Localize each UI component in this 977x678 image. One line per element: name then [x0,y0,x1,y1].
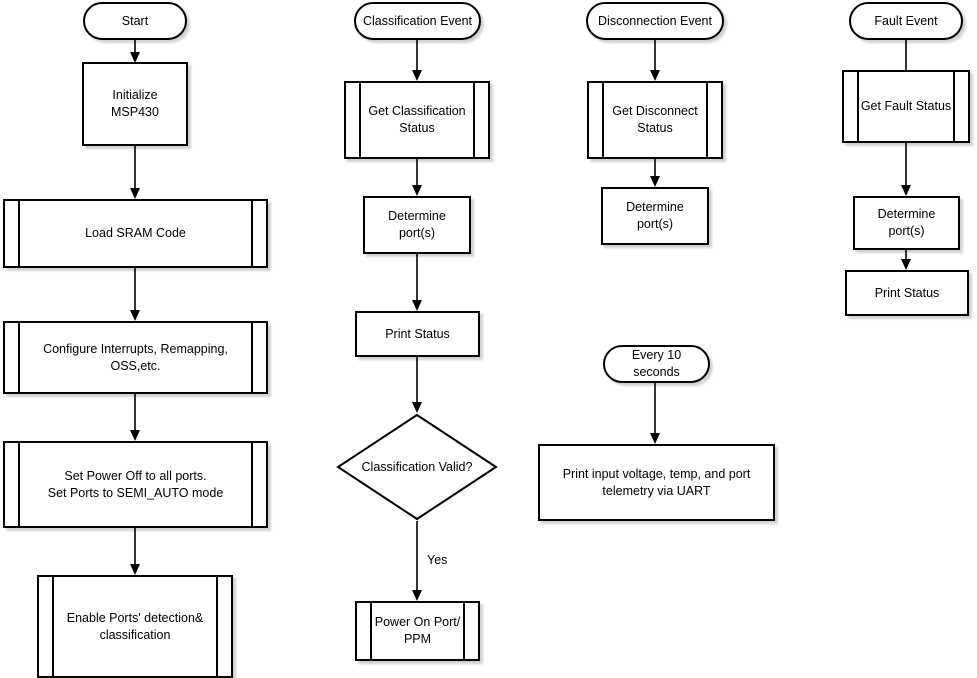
node-label: Classification Event [362,13,473,28]
node-label: Initialize MSP430 [111,88,159,119]
node-print-telemetry-uart[interactable]: Print input voltage, temp, and port tele… [538,444,775,521]
node-label: Load SRAM Code [85,226,186,241]
node-label: Classification Valid? [361,460,473,474]
node-fault-event[interactable]: Fault Event [849,2,963,40]
node-power-on-port-ppm[interactable]: Power On Port/ PPM [355,601,480,661]
node-label: Set Power Off to all ports. Set Ports to… [47,468,224,500]
node-disconnection-event[interactable]: Disconnection Event [586,2,724,40]
node-enable-ports-detection[interactable]: Enable Ports' detection& classification [37,575,233,678]
node-label: Determine port(s) [877,207,936,238]
node-load-sram-code[interactable]: Load SRAM Code [3,199,268,268]
node-classification-event[interactable]: Classification Event [354,2,481,40]
node-start[interactable]: Start [83,2,187,40]
node-label: Determine port(s) [388,209,446,240]
node-label: Enable Ports' detection& classification [66,610,204,642]
node-label: Disconnection Event [598,13,712,28]
edge-label-yes: Yes [427,553,448,567]
node-label: Start [121,13,149,28]
node-label: Get Fault Status [860,99,952,114]
node-determine-ports-disconnect[interactable]: Determine port(s) [601,187,709,245]
node-initialize-msp430[interactable]: Initialize MSP430 [82,62,188,146]
node-set-power-off-semi-auto[interactable]: Set Power Off to all ports. Set Ports to… [3,441,268,528]
flowchart-canvas: Start Initialize MSP430 Load SRAM Code C… [0,0,977,678]
node-determine-ports-fault[interactable]: Determine port(s) [853,196,960,250]
node-label: Fault Event [874,13,938,28]
node-label: Configure Interrupts, Remapping, OSS,etc… [43,341,228,373]
node-label: Every 10 seconds [631,348,682,379]
node-configure-interrupts[interactable]: Configure Interrupts, Remapping, OSS,etc… [3,321,268,394]
node-get-classification-status[interactable]: Get Classification Status [344,81,490,159]
node-print-status-fault[interactable]: Print Status [845,270,969,316]
node-print-status-classification[interactable]: Print Status [355,311,480,357]
node-classification-valid-decision[interactable]: Classification Valid? [336,413,498,521]
node-label: Power On Port/ PPM [374,615,461,646]
node-label: Print input voltage, temp, and port tele… [562,466,751,498]
node-label: Determine port(s) [626,200,684,231]
node-determine-ports-classification[interactable]: Determine port(s) [363,196,471,254]
node-label: Print Status [874,285,940,300]
node-label: Get Disconnect Status [612,104,698,135]
node-get-fault-status[interactable]: Get Fault Status [842,70,970,143]
node-label: Print Status [385,326,450,341]
node-every-10-seconds[interactable]: Every 10 seconds [603,345,710,383]
node-label: Get Classification Status [368,104,466,135]
node-get-disconnect-status[interactable]: Get Disconnect Status [587,81,723,159]
